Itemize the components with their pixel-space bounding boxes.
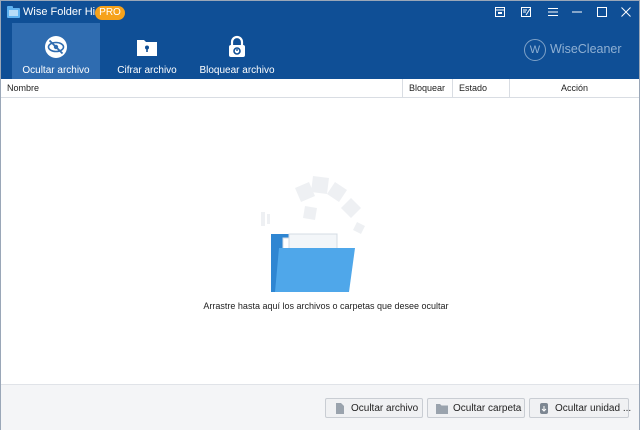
- notes-icon[interactable]: [517, 4, 535, 20]
- folder-lock-icon: [137, 40, 157, 56]
- tab-label: Cifrar archivo: [117, 65, 177, 76]
- tab-ocultar-archivo[interactable]: Ocultar archivo: [12, 23, 100, 79]
- feedback-icon[interactable]: [491, 4, 509, 20]
- hide-file-button[interactable]: Ocultar archivo: [325, 398, 423, 418]
- tab-bloquear-archivo[interactable]: Bloquear archivo: [193, 23, 281, 79]
- empty-state-message: Arrastre hasta aquí los archivos o carpe…: [203, 301, 449, 311]
- tab-label: Bloquear archivo: [199, 65, 275, 76]
- column-bloquear[interactable]: Bloquear: [402, 79, 452, 97]
- eye-slash-icon: [45, 36, 67, 58]
- file-icon: [336, 403, 344, 414]
- title-bar[interactable]: Wise Folder Hider PRO: [1, 1, 639, 23]
- brand-text: WiseCleaner: [550, 42, 622, 56]
- column-estado[interactable]: Estado: [452, 79, 509, 97]
- menu-icon[interactable]: [544, 4, 562, 20]
- button-label: Ocultar carpeta: [453, 403, 522, 414]
- minimize-icon[interactable]: [568, 4, 586, 20]
- padlock-icon: [229, 35, 245, 57]
- tab-label: Ocultar archivo: [22, 65, 90, 76]
- hide-drive-button[interactable]: Ocultar unidad ...: [529, 398, 632, 418]
- header: Wise Folder Hider PRO Ocultar archivo Ci…: [1, 1, 639, 79]
- hide-folder-button[interactable]: Ocultar carpeta: [427, 398, 525, 418]
- usb-drive-icon: [540, 403, 548, 414]
- button-label: Ocultar archivo: [351, 403, 419, 414]
- app-logo-icon: [7, 6, 20, 18]
- column-accion[interactable]: Acción: [509, 79, 639, 97]
- brand-mark: W: [524, 39, 546, 61]
- column-nombre[interactable]: Nombre: [7, 79, 397, 97]
- file-drop-area[interactable]: Arrastre hasta aquí los archivos o carpe…: [1, 98, 639, 384]
- table-header: Nombre Bloquear Estado Acción: [1, 79, 639, 98]
- button-label: Ocultar unidad ...: [555, 403, 632, 414]
- close-icon[interactable]: [617, 4, 635, 20]
- tab-cifrar-archivo[interactable]: Cifrar archivo: [103, 23, 191, 79]
- maximize-icon[interactable]: [593, 4, 611, 20]
- app-window: Wise Folder Hider PRO Ocultar archivo Ci…: [0, 0, 640, 430]
- folder-icon: [436, 404, 448, 414]
- pro-badge[interactable]: PRO: [95, 6, 125, 20]
- footer-actions: Ocultar archivo Ocultar carpeta Ocultar …: [1, 384, 639, 430]
- folder-drop-illustration: [261, 176, 365, 292]
